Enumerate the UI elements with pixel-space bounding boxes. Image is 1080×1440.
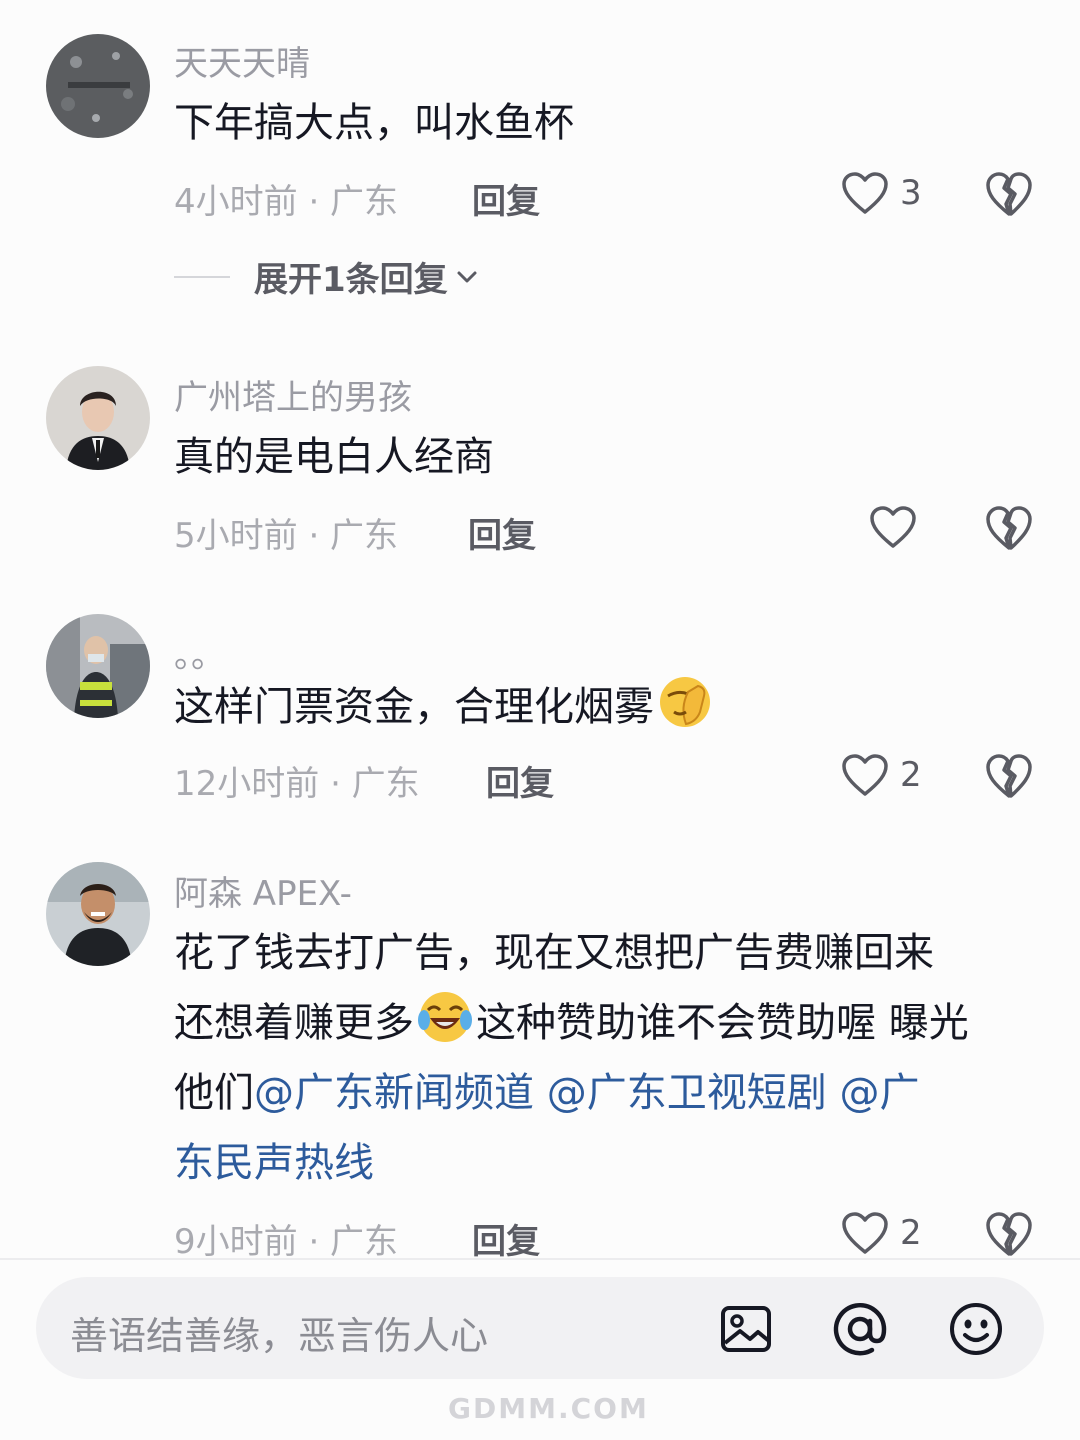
image-icon[interactable]	[718, 1301, 774, 1357]
expand-replies-label: 展开1条回复	[254, 260, 448, 300]
like-button[interactable]	[868, 504, 918, 550]
chevron-down-icon	[457, 271, 477, 282]
divider-line	[174, 275, 230, 278]
dislike-broken-heart-icon[interactable]	[984, 752, 1034, 800]
dislike-broken-heart-icon[interactable]	[984, 170, 1034, 218]
comment-line: 东民声热线	[174, 1128, 1044, 1198]
mention-link[interactable]: @广	[839, 1070, 919, 1116]
time-location: 12小时前 · 广东	[174, 764, 420, 804]
avatar[interactable]	[46, 862, 150, 966]
time-location: 9小时前 · 广东	[174, 1222, 399, 1262]
heart-icon	[842, 754, 888, 796]
username[interactable]: 。。	[174, 628, 225, 677]
mention-link[interactable]: @广东卫视短剧	[547, 1070, 827, 1116]
comment-input-bar[interactable]: 善语结善缘，恶言伤人心	[36, 1277, 1044, 1379]
mention-link[interactable]: 东民声热线	[174, 1140, 374, 1186]
avatar[interactable]	[46, 366, 150, 470]
emoji-icon[interactable]	[948, 1301, 1004, 1357]
facepalm-emoji	[660, 677, 710, 727]
like-button[interactable]: 2	[840, 752, 922, 798]
laughing-crying-emoji	[418, 992, 472, 1042]
username[interactable]: 广州塔上的男孩	[174, 370, 412, 419]
username[interactable]: 阿森 APEX-	[174, 866, 352, 915]
mention-link[interactable]: @广东新闻频道	[254, 1070, 534, 1116]
expand-replies-button[interactable]: 展开1条回复	[174, 252, 478, 301]
heart-icon	[870, 506, 916, 548]
time-location: 5小时前 · 广东	[174, 516, 399, 556]
like-button[interactable]: 3	[840, 170, 922, 216]
heart-icon	[842, 172, 888, 214]
comment-text-body: 这样门票资金，合理化烟雾	[174, 684, 654, 730]
comment-line: 还想着赚更多 这种赞助谁不会赞助喔 曝光	[174, 988, 1044, 1058]
reply-button[interactable]: 回复	[486, 756, 554, 805]
comment-line: 他们@广东新闻频道 @广东卫视短剧 @广	[174, 1058, 1044, 1128]
comment-text-part: 还想着赚更多	[174, 1000, 414, 1046]
reply-button[interactable]: 回复	[472, 174, 540, 223]
avatar[interactable]	[46, 34, 150, 138]
comment-text: 下年搞大点，叫水鱼杯	[174, 100, 574, 146]
reply-button[interactable]: 回复	[472, 1214, 540, 1263]
like-button[interactable]: 2	[840, 1210, 922, 1256]
heart-icon	[842, 1212, 888, 1254]
comment-text: 这样门票资金，合理化烟雾	[174, 672, 1044, 742]
like-count: 3	[900, 173, 922, 213]
dislike-broken-heart-icon[interactable]	[984, 1210, 1034, 1258]
reply-button[interactable]: 回复	[468, 508, 536, 557]
comment-text: 花了钱去打广告，现在又想把广告费赚回来 还想着赚更多 这种赞助谁不会赞助喔 曝光…	[174, 918, 1044, 1198]
watermark: GDMM.COM	[448, 1392, 649, 1425]
comment-input[interactable]: 善语结善缘，恶言伤人心	[70, 1305, 488, 1360]
at-icon[interactable]	[832, 1301, 888, 1357]
divider	[0, 1258, 1080, 1260]
dislike-broken-heart-icon[interactable]	[984, 504, 1034, 552]
comment-text-part: 这种赞助谁不会赞助喔 曝光	[476, 1000, 969, 1046]
time-location: 4小时前 · 广东	[174, 182, 399, 222]
like-count: 2	[900, 755, 922, 795]
comment-text-part: 他们	[174, 1070, 254, 1116]
username[interactable]: 天天天晴	[174, 36, 310, 85]
avatar[interactable]	[46, 614, 150, 718]
comment-text: 真的是电白人经商	[174, 434, 494, 480]
comment-line: 花了钱去打广告，现在又想把广告费赚回来	[174, 930, 934, 976]
like-count: 2	[900, 1213, 922, 1253]
comment-page: 天天天晴 下年搞大点，叫水鱼杯 4小时前 · 广东 回复 3 展开1条回复 广州…	[0, 0, 1080, 1440]
